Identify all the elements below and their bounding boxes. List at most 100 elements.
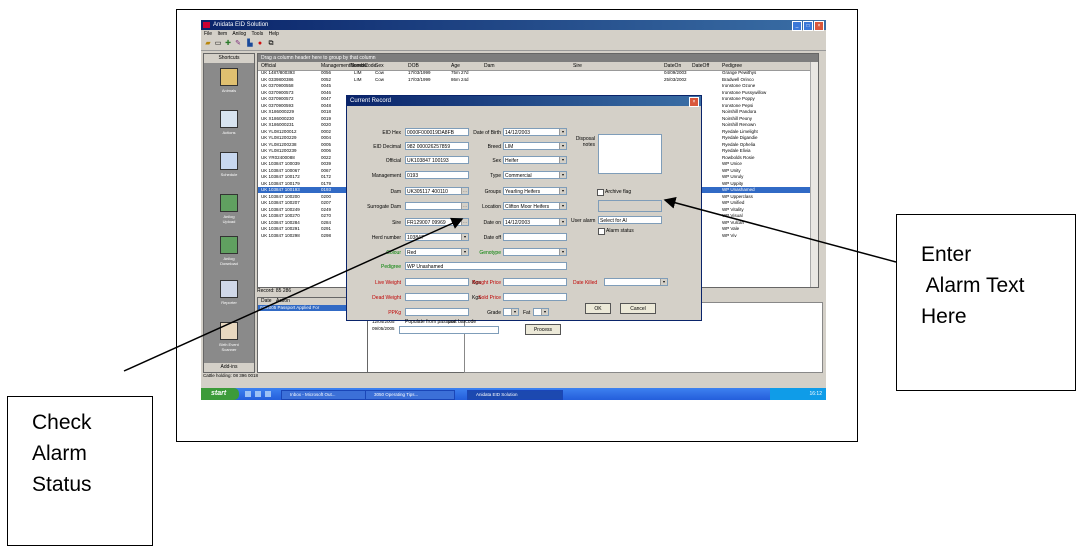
menu-file[interactable]: File (204, 31, 212, 37)
shortcut-animals[interactable]: Animals (217, 68, 241, 93)
sex-dropdown-icon[interactable]: ▾ (559, 157, 566, 163)
shortcut-schedule[interactable]: Schedule (217, 152, 241, 177)
dam-lookup-icon[interactable]: … (461, 188, 468, 194)
type-dropdown-icon[interactable]: ▾ (559, 172, 566, 178)
tool-icon[interactable]: ✎ (234, 40, 242, 48)
menu-item[interactable]: Item (217, 31, 227, 37)
sold-price-field[interactable] (503, 293, 567, 301)
col-sire[interactable]: Sire (573, 62, 582, 70)
clock: 16:12 (809, 391, 822, 397)
type-select[interactable]: Commercial ▾ (503, 171, 567, 179)
quicklaunch-ie-icon[interactable] (245, 391, 251, 397)
official-field[interactable]: UK103847 100193 (405, 156, 469, 164)
copy-icon[interactable]: ⧉ (267, 40, 275, 48)
herd-dropdown-icon[interactable]: ▾ (461, 234, 468, 240)
col-pedigree[interactable]: Pedigree (722, 62, 742, 70)
scanner-icon (220, 322, 238, 340)
col-official[interactable]: Official (261, 62, 276, 70)
genotype-dropdown-icon[interactable]: ▾ (559, 249, 566, 255)
colour-select[interactable]: Red ▾ (405, 248, 469, 256)
date-killed-field[interactable]: ▾ (604, 278, 668, 286)
live-weight-field[interactable] (405, 278, 469, 286)
location-select[interactable]: Clifton Moor Heifers ▾ (503, 202, 567, 210)
passport-barcode-field[interactable] (399, 326, 499, 334)
ppkg-field[interactable] (405, 308, 469, 316)
surrogate-lookup-icon[interactable]: … (461, 203, 468, 209)
shortcut-actions[interactable]: Actions (217, 110, 241, 135)
task-anidata[interactable]: Anidata EID Solution (467, 390, 563, 400)
eid-hex-field[interactable]: 0000F000019DA8FB (405, 128, 469, 136)
dob-dropdown-icon[interactable]: ▾ (559, 129, 566, 135)
surrogate-dam-field[interactable]: … (405, 202, 469, 210)
new-icon[interactable]: ▭ (214, 40, 222, 48)
col-age[interactable]: Age (451, 62, 460, 70)
genotype-select[interactable]: ▾ (503, 248, 567, 256)
col-dateoff[interactable]: DateOff (692, 62, 709, 70)
group-by-hint: Drag a column header here to group by th… (258, 54, 818, 62)
breed-select[interactable]: LIM ▾ (503, 142, 567, 150)
grade-dropdown-icon[interactable]: ▾ (511, 309, 518, 315)
table-row[interactable]: UK 1487/800393 0056 LIM Cow 17/03/1999 75m 27… (258, 70, 818, 76)
grid-scrollbar[interactable] (810, 62, 818, 287)
check-alarm-callout: Check Alarm Status (7, 396, 153, 546)
quicklaunch-desktop-icon[interactable] (265, 391, 271, 397)
table-cell: WP Unity (722, 167, 741, 173)
dialog-close-icon[interactable]: × (689, 97, 699, 107)
breed-dropdown-icon[interactable]: ▾ (559, 143, 566, 149)
colour-dropdown-icon[interactable]: ▾ (461, 249, 468, 255)
addins-bar[interactable]: Add-ins (204, 363, 254, 372)
start-button[interactable]: start (201, 388, 239, 400)
menu-help[interactable]: Help (269, 31, 279, 37)
shortcut-anilog-upload[interactable]: Anilog Upload (217, 194, 241, 224)
col-dam[interactable]: Dam (484, 62, 495, 70)
menu-anilog[interactable]: Anilog (232, 31, 246, 37)
date-on-dropdown-icon[interactable]: ▾ (559, 219, 566, 225)
date-killed-dropdown-icon[interactable]: ▾ (660, 279, 667, 285)
management-field[interactable]: 0193 (405, 171, 469, 179)
col-dateon[interactable]: DateOn (664, 62, 681, 70)
date-off-field[interactable] (503, 233, 567, 241)
record-icon[interactable]: ● (256, 40, 264, 48)
sex-select[interactable]: Heifer ▾ (503, 156, 567, 164)
col-sex[interactable]: Sex (375, 62, 384, 70)
table-row[interactable]: UK 0370900558 0045 Ironstone Ozone (258, 83, 818, 89)
open-icon[interactable]: ▰ (204, 40, 212, 48)
archive-flag-checkbox[interactable] (597, 189, 604, 196)
grade-select[interactable]: ▾ (503, 308, 519, 316)
col-dob[interactable]: DOB (408, 62, 419, 70)
sire-field[interactable]: FR129007 09969… (405, 218, 469, 226)
herd-number-field[interactable]: 103847 ▾ (405, 233, 469, 241)
eid-decimal-field[interactable]: 982 000026257859 (405, 142, 469, 150)
location-dropdown-icon[interactable]: ▾ (559, 203, 566, 209)
fat-dropdown-icon[interactable]: ▾ (541, 309, 548, 315)
dead-weight-field[interactable] (405, 293, 469, 301)
bought-price-field[interactable] (503, 278, 567, 286)
cancel-button[interactable]: Cancel (620, 303, 656, 314)
user-alarm-field[interactable]: Select for Al (598, 216, 662, 224)
task-operating-tips[interactable]: 3050 Operating Tips... (365, 390, 455, 400)
ok-button[interactable]: OK (585, 303, 611, 314)
groups-select[interactable]: Yearling Heifers ▾ (503, 187, 567, 195)
groups-dropdown-icon[interactable]: ▾ (559, 188, 566, 194)
fat-select[interactable]: ▾ (533, 308, 549, 316)
shortcut-anilog-download[interactable]: Anilog Download (217, 236, 241, 266)
date-on-field[interactable]: 14/12/2003 ▾ (503, 218, 567, 226)
process-button[interactable]: Process (525, 324, 561, 335)
dam-field[interactable]: UK305117 400110… (405, 187, 469, 195)
pedigree-field[interactable]: WP Unashamed (405, 262, 567, 270)
col-breedcode[interactable]: BreedCode (351, 62, 376, 70)
sire-lookup-icon[interactable]: … (461, 219, 468, 225)
shortcut-reporter[interactable]: Reporter (217, 280, 241, 305)
quicklaunch-outlook-icon[interactable] (255, 391, 261, 397)
chart-icon[interactable]: ▙ (246, 40, 254, 48)
menu-tools[interactable]: Tools (252, 31, 264, 37)
shortcut-birth-event[interactable]: Birth Event Scanner (217, 322, 241, 352)
events-col-date[interactable]: Date (261, 298, 272, 304)
task-outlook[interactable]: Inbox - Microsoft Out... (281, 390, 371, 400)
disposal-notes-field[interactable] (598, 134, 662, 174)
table-row[interactable]: UK 0339800386 0052 LIM Cow 17/03/1999 86m 24d… (258, 77, 818, 83)
add-animal-icon[interactable]: ✚ (224, 40, 232, 48)
events-col-action[interactable]: Action (276, 298, 290, 304)
alarm-status-checkbox[interactable] (598, 228, 605, 235)
dob-field[interactable]: 14/12/2003 ▾ (503, 128, 567, 136)
